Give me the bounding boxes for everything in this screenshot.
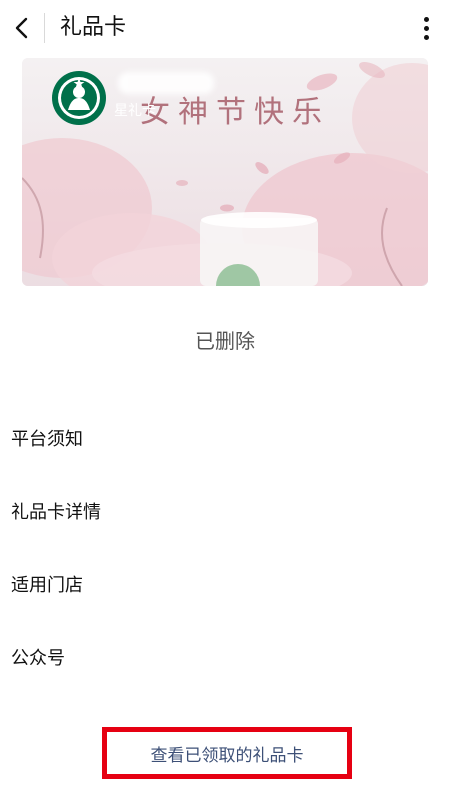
view-claimed-cards-link[interactable]: 查看已领取的礼品卡: [107, 735, 347, 771]
menu-item-platform-notice[interactable]: 平台须知: [0, 414, 450, 466]
menu-item-label: 公众号: [11, 648, 65, 669]
starbucks-logo: [52, 71, 106, 125]
gift-card[interactable]: 女神节快乐 星礼卡: [22, 58, 428, 286]
page-title: 礼品卡: [60, 15, 127, 40]
top-bar: 礼品卡: [0, 0, 450, 56]
more-vertical-icon: [423, 16, 429, 22]
card-greeting: 女神节快乐: [140, 95, 330, 130]
redacted-area: [118, 72, 214, 94]
menu-item-applicable-stores[interactable]: 适用门店: [0, 560, 450, 612]
header-divider: [44, 13, 45, 43]
menu-item-label: 平台须知: [11, 429, 83, 450]
back-button[interactable]: [4, 8, 40, 48]
menu-item-label: 礼品卡详情: [11, 502, 101, 523]
more-options-button[interactable]: [412, 10, 440, 46]
menu-item-label: 适用门店: [11, 575, 83, 596]
chevron-left-icon: [15, 17, 28, 39]
menu-item-card-details[interactable]: 礼品卡详情: [0, 487, 450, 539]
card-name: 星礼卡: [114, 103, 156, 119]
more-vertical-icon-dot: [423, 25, 429, 31]
status-text: 已删除: [195, 329, 255, 353]
more-vertical-icon-dot: [423, 34, 429, 40]
menu-item-official-account[interactable]: 公众号: [0, 633, 450, 685]
